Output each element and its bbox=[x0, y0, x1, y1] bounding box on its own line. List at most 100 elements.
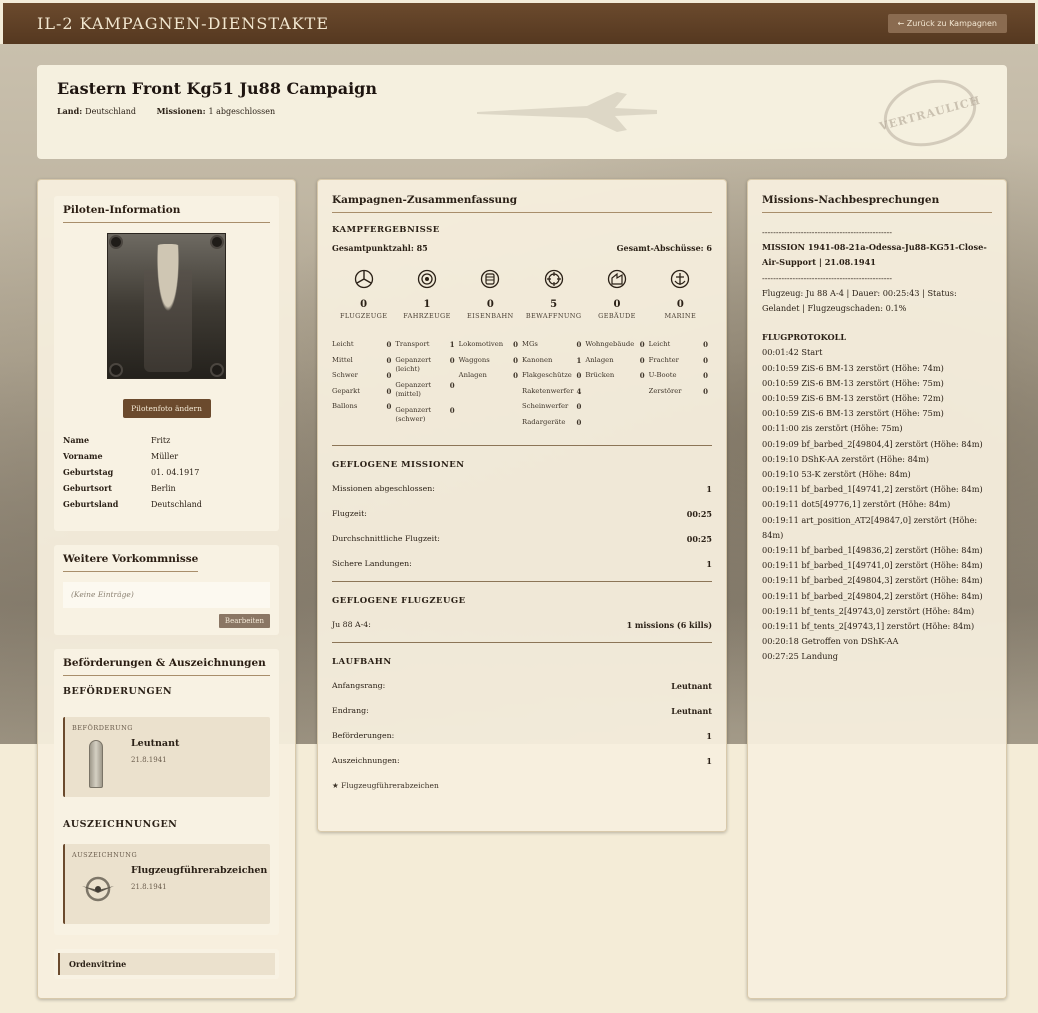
breakdown-value: 0 bbox=[639, 371, 645, 380]
field-value: Müller bbox=[151, 451, 179, 461]
stat-aircraft: 0 FLUGZEUGE bbox=[332, 269, 395, 320]
stat-row: Missionen abgeschlossen: 1 bbox=[332, 484, 712, 494]
campaign-header: Eastern Front Kg51 Ju88 Campaign Land: De… bbox=[37, 65, 1007, 159]
breakdown-row: Leicht 0 bbox=[332, 340, 395, 350]
breakdown-label: Mittel bbox=[332, 355, 353, 364]
stat-row-value: 1 bbox=[706, 484, 712, 494]
breakdown-label: Scheinwerfer bbox=[521, 402, 569, 410]
aircraft-stats: 1 missions (6 kills) bbox=[626, 620, 712, 630]
change-photo-button[interactable]: Pilotenfoto ändern bbox=[122, 399, 211, 418]
breakdown-label: Leicht bbox=[648, 340, 671, 348]
medal-showcase-button[interactable]: Ordenvitrine bbox=[58, 953, 275, 975]
stat-label: FLUGZEUGE bbox=[339, 312, 388, 320]
stat-label: BEWAFFNUNG bbox=[525, 312, 582, 320]
combat-results-label: KAMPFERGEBNISSE bbox=[332, 225, 440, 235]
breakdown-value: 0 bbox=[703, 386, 708, 396]
breakdown-label: Wohngebäude bbox=[585, 340, 635, 348]
edit-incidents-button[interactable]: Bearbeiten bbox=[219, 614, 270, 628]
career-section-label: LAUFBAHN bbox=[332, 657, 392, 667]
career-row: Auszeichnungen: 1 bbox=[332, 756, 712, 766]
breakdown-row: Frachter 0 bbox=[649, 356, 712, 366]
breakdown-value: 0 bbox=[386, 371, 392, 380]
breakdown-value: 0 bbox=[576, 340, 582, 349]
promotion-kind: BEFÖRDERUNG bbox=[72, 724, 133, 732]
breakdown-label: Gepanzert (mittel) bbox=[395, 380, 432, 399]
promotions-section-label: BEFÖRDERUNGEN bbox=[63, 686, 173, 697]
stat-buildings: 0 GEBÄUDE bbox=[585, 269, 648, 320]
back-to-campaigns-button[interactable]: ← Zurück zu Kampagnen bbox=[887, 14, 1007, 33]
breakdown-label: Radargeräte bbox=[521, 417, 566, 426]
breakdown-value: 0 bbox=[576, 417, 582, 427]
aircraft-section-label: GEFLOGENE FLUGZEUGE bbox=[332, 596, 466, 606]
breakdown-value: 0 bbox=[639, 340, 645, 349]
pilot-info-heading: Piloten-Information bbox=[63, 204, 270, 223]
breakdown-row: Mittel 0 bbox=[332, 356, 395, 366]
breakdown-label: Gepanzert (leicht) bbox=[395, 355, 432, 374]
breakdown-value: 0 bbox=[703, 340, 708, 349]
photo-corner bbox=[109, 363, 123, 377]
log-entry: 00:19:11 bf_barbed_1[49741,0] zerstört (… bbox=[762, 560, 983, 571]
land-label: Land: bbox=[57, 106, 83, 116]
stat-number: 5 bbox=[550, 299, 558, 310]
incidents-card: Weitere Vorkommnisse (Keine Einträge) Be… bbox=[54, 545, 279, 635]
mission-title: MISSION 1941-08-21a-Odessa-Ju88-KG51-Clo… bbox=[762, 242, 987, 268]
breakdown-row: MGs 0 bbox=[522, 340, 585, 350]
pilot-photo bbox=[107, 233, 226, 379]
stat-weapons: 5 BEWAFFNUNG bbox=[522, 269, 585, 320]
breakdown-label: Anlagen bbox=[585, 355, 614, 364]
log-entry: 00:19:10 53-K zerstört (Höhe: 84m) bbox=[762, 469, 911, 480]
stat-row: Durchschnittliche Flugzeit: 00:25 bbox=[332, 534, 712, 544]
breakdown-row: Zerstörer 0 bbox=[649, 387, 712, 397]
separator-line: ----------------------------------------… bbox=[762, 227, 893, 237]
breakdown-value: 0 bbox=[449, 380, 455, 390]
stat-label: FAHRZEUGE bbox=[403, 312, 451, 320]
breakdown-label: Leicht bbox=[332, 340, 354, 348]
breakdown-label: Kanonen bbox=[521, 355, 553, 364]
breakdown-value: 0 bbox=[576, 371, 582, 380]
missions-section-label: GEFLOGENE MISSIONEN bbox=[332, 460, 465, 470]
breakdown-row: Brücken 0 bbox=[585, 371, 648, 381]
breakdown-row: Radargeräte 0 bbox=[522, 418, 585, 428]
pilot-info-card: Piloten-Information Pilotenfoto ändern N… bbox=[54, 196, 279, 531]
breakdown-column: Transport 1 Gepanzert (leicht) 0 Gepanzert… bbox=[395, 340, 458, 433]
log-entry: 00:19:11 bf_barbed_1[49836,2] zerstört (… bbox=[762, 545, 983, 556]
log-entry: 00:19:11 bf_tents_2[49743,0] zerstört (H… bbox=[762, 605, 975, 616]
stat-number: 0 bbox=[613, 299, 621, 310]
pilot-figure bbox=[144, 244, 192, 372]
stat-row-label: Missionen abgeschlossen: bbox=[332, 484, 435, 493]
awards-section-label: AUSZEICHNUNGEN bbox=[63, 819, 178, 830]
career-label: Beförderungen: bbox=[332, 731, 395, 740]
stamp-text: VERTRAULICH bbox=[877, 93, 983, 133]
total-points: Gesamtpunktzahl: 85 bbox=[332, 243, 428, 253]
breakdown-row: Schwer 0 bbox=[332, 371, 395, 381]
award-date: 21.8.1941 bbox=[131, 883, 167, 891]
breakdown-label: Transport bbox=[395, 340, 430, 348]
photo-corner bbox=[210, 363, 224, 377]
breakdown-value: 0 bbox=[386, 355, 392, 365]
total-kills-value: 6 bbox=[706, 243, 712, 253]
promotion-entry: BEFÖRDERUNG Leutnant 21.8.1941 bbox=[63, 717, 270, 797]
breakdown-value: 0 bbox=[449, 405, 455, 415]
log-entry: 00:10:59 ZiS-6 BM-13 zerstört (Höhe: 75m… bbox=[762, 377, 944, 388]
breakdown-label: Frachter bbox=[648, 355, 679, 364]
breakdown-value: 1 bbox=[576, 355, 582, 365]
pilot-info-table: Name Fritz Vorname Müller Geburtstag 01. 04… bbox=[63, 432, 270, 512]
field-label: Geburtsort bbox=[63, 483, 112, 493]
career-value: 1 bbox=[706, 731, 712, 741]
field-value: Fritz bbox=[151, 435, 171, 445]
stat-row-value: 00:25 bbox=[686, 534, 712, 544]
table-row: Name Fritz bbox=[63, 432, 270, 448]
breakdown-row: Gepanzert (mittel) 0 bbox=[395, 381, 458, 400]
breakdown-label: Waggons bbox=[458, 355, 490, 364]
table-row: Geburtsort Berlin bbox=[63, 480, 270, 496]
stat-label: EISENBAHN bbox=[467, 312, 514, 320]
field-label: Geburtsland bbox=[63, 499, 119, 509]
stat-number: 0 bbox=[360, 299, 368, 310]
breakdown-row: Transport 1 bbox=[395, 340, 458, 350]
pilot-badge-icon bbox=[82, 876, 114, 902]
log-entry: 00:19:11 bf_barbed_2[49804,2] zerstört (… bbox=[762, 590, 983, 601]
missions-label: Missionen: bbox=[156, 106, 206, 116]
breakdown-label: Lokomotiven bbox=[458, 340, 504, 348]
log-entry: 00:20:18 Getroffen von DShK-AA bbox=[762, 636, 899, 647]
